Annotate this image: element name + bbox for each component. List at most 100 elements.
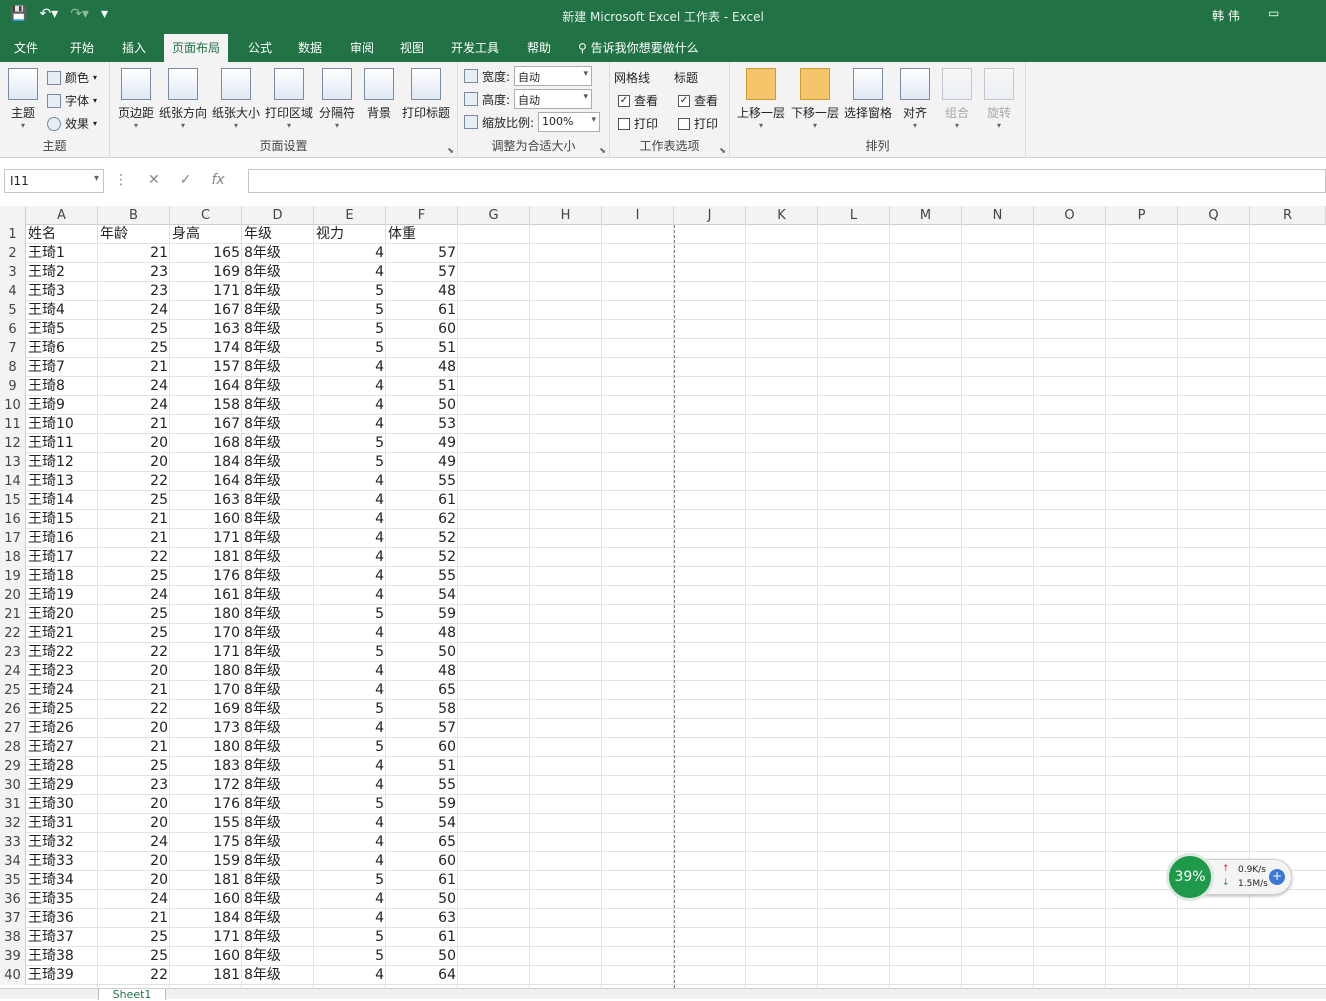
cell[interactable]: 48 <box>386 624 458 643</box>
height-select[interactable]: 自动 <box>514 89 593 109</box>
cell[interactable]: 167 <box>170 415 242 434</box>
cell[interactable]: 49 <box>386 434 458 453</box>
row-header[interactable]: 11 <box>0 415 26 434</box>
cell[interactable]: 王琦34 <box>26 871 98 890</box>
cell[interactable]: 21 <box>98 529 170 548</box>
cell[interactable]: 24 <box>98 586 170 605</box>
send-backward-button[interactable]: 下移一层 ▾ <box>790 68 840 130</box>
row-header[interactable]: 25 <box>0 681 26 700</box>
row-header[interactable]: 28 <box>0 738 26 757</box>
cell[interactable]: 158 <box>170 396 242 415</box>
row-header[interactable]: 39 <box>0 947 26 966</box>
cell[interactable]: 王琦11 <box>26 434 98 453</box>
tab-insert[interactable]: 插入 <box>122 39 146 56</box>
cell[interactable]: 4 <box>314 510 386 529</box>
cell[interactable]: 8年级 <box>242 282 314 301</box>
cell[interactable]: 4 <box>314 624 386 643</box>
cell[interactable]: 21 <box>98 358 170 377</box>
cell[interactable]: 58 <box>386 700 458 719</box>
cell[interactable]: 180 <box>170 662 242 681</box>
dialog-launcher-icon[interactable]: ⬊ <box>599 146 606 155</box>
fonts-button[interactable]: 字体 ▾ <box>47 92 97 109</box>
tell-me-search[interactable]: ⚲ 告诉我你想要做什么 <box>578 39 699 56</box>
cell[interactable]: 57 <box>386 244 458 263</box>
column-header-e[interactable]: E <box>314 206 386 225</box>
row-header[interactable]: 4 <box>0 282 26 301</box>
cell[interactable]: 8年级 <box>242 776 314 795</box>
themes-button[interactable]: 主题 ▾ <box>6 68 40 130</box>
headings-print-checkbox[interactable]: 打印 <box>678 115 718 132</box>
cell[interactable]: 53 <box>386 415 458 434</box>
cell[interactable]: 25 <box>98 947 170 966</box>
cell[interactable]: 8年级 <box>242 377 314 396</box>
cell[interactable]: 62 <box>386 510 458 529</box>
cell[interactable]: 8年级 <box>242 586 314 605</box>
cell[interactable]: 姓名 <box>26 225 98 244</box>
cell[interactable]: 24 <box>98 833 170 852</box>
cell[interactable]: 王琦32 <box>26 833 98 852</box>
cell[interactable]: 8年级 <box>242 947 314 966</box>
cell[interactable]: 8年级 <box>242 624 314 643</box>
cell[interactable]: 25 <box>98 605 170 624</box>
cell[interactable]: 21 <box>98 415 170 434</box>
cell[interactable]: 王琦12 <box>26 453 98 472</box>
cell[interactable]: 21 <box>98 738 170 757</box>
cell[interactable]: 5 <box>314 795 386 814</box>
column-header-a[interactable]: A <box>26 206 98 225</box>
row-header[interactable]: 8 <box>0 358 26 377</box>
cell[interactable]: 63 <box>386 909 458 928</box>
cell[interactable]: 王琦35 <box>26 890 98 909</box>
cell[interactable]: 4 <box>314 529 386 548</box>
cell[interactable]: 王琦19 <box>26 586 98 605</box>
breaks-button[interactable]: 分隔符 ▾ <box>317 68 357 130</box>
cell[interactable]: 48 <box>386 662 458 681</box>
cell[interactable]: 8年级 <box>242 662 314 681</box>
cell[interactable]: 8年级 <box>242 890 314 909</box>
ribbon-display-icon[interactable]: ▭ <box>1268 6 1279 20</box>
cell[interactable]: 年龄 <box>98 225 170 244</box>
cell[interactable]: 5 <box>314 700 386 719</box>
group-button[interactable]: 组合 ▾ <box>940 68 974 130</box>
cell[interactable]: 王琦28 <box>26 757 98 776</box>
cell[interactable]: 25 <box>98 491 170 510</box>
row-header[interactable]: 1 <box>0 225 26 244</box>
cell[interactable]: 57 <box>386 719 458 738</box>
margins-button[interactable]: 页边距 ▾ <box>116 68 156 130</box>
row-header[interactable]: 29 <box>0 757 26 776</box>
row-header[interactable]: 5 <box>0 301 26 320</box>
row-header[interactable]: 15 <box>0 491 26 510</box>
cell[interactable]: 4 <box>314 662 386 681</box>
cell[interactable]: 55 <box>386 472 458 491</box>
cell[interactable]: 王琦25 <box>26 700 98 719</box>
cell[interactable]: 王琦36 <box>26 909 98 928</box>
tab-developer[interactable]: 开发工具 <box>451 39 499 56</box>
column-header-j[interactable]: J <box>674 206 746 225</box>
cell[interactable]: 王琦37 <box>26 928 98 947</box>
row-header[interactable]: 14 <box>0 472 26 491</box>
cell[interactable]: 身高 <box>170 225 242 244</box>
cell[interactable]: 22 <box>98 700 170 719</box>
cell[interactable]: 8年级 <box>242 757 314 776</box>
column-header-g[interactable]: G <box>458 206 530 225</box>
cell[interactable]: 5 <box>314 320 386 339</box>
cell[interactable]: 176 <box>170 567 242 586</box>
column-header-l[interactable]: L <box>818 206 890 225</box>
cell[interactable]: 4 <box>314 586 386 605</box>
headings-view-checkbox[interactable]: ✓ 查看 <box>678 92 718 109</box>
selection-pane-button[interactable]: 选择窗格 <box>842 68 894 121</box>
sheet-tab[interactable]: Sheet1 <box>98 989 166 1000</box>
cell[interactable]: 65 <box>386 681 458 700</box>
cell[interactable]: 王琦18 <box>26 567 98 586</box>
cell[interactable]: 王琦21 <box>26 624 98 643</box>
cell[interactable]: 50 <box>386 396 458 415</box>
user-name[interactable]: 韩 伟 <box>1212 7 1240 24</box>
cell[interactable]: 8年级 <box>242 358 314 377</box>
cell[interactable]: 王琦13 <box>26 472 98 491</box>
gridlines-view-checkbox[interactable]: ✓ 查看 <box>618 92 658 109</box>
cell[interactable]: 23 <box>98 282 170 301</box>
cell[interactable]: 4 <box>314 852 386 871</box>
tab-help[interactable]: 帮助 <box>527 39 551 56</box>
cell[interactable]: 8年级 <box>242 833 314 852</box>
cell[interactable]: 5 <box>314 871 386 890</box>
cell[interactable]: 王琦23 <box>26 662 98 681</box>
